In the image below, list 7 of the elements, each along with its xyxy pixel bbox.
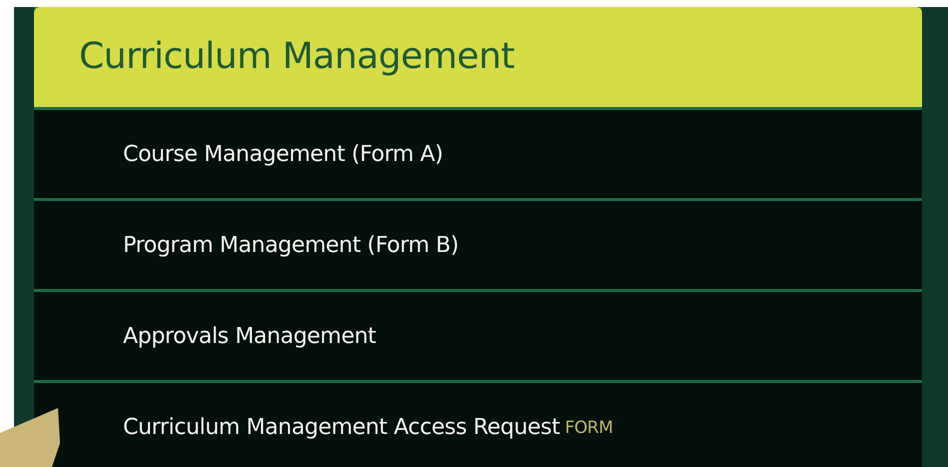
menu-item[interactable]: Course Management (Form A)	[34, 110, 922, 198]
menu-item[interactable]: Approvals Management	[34, 292, 922, 380]
menu-item[interactable]: Curriculum Management Access Request FORM	[34, 383, 922, 467]
form-tag: FORM	[564, 416, 613, 442]
menu-title: Curriculum Management	[79, 35, 515, 79]
menu-item[interactable]: Program Management (Form B)	[34, 201, 922, 289]
corner-shape-drawing	[0, 408, 60, 467]
